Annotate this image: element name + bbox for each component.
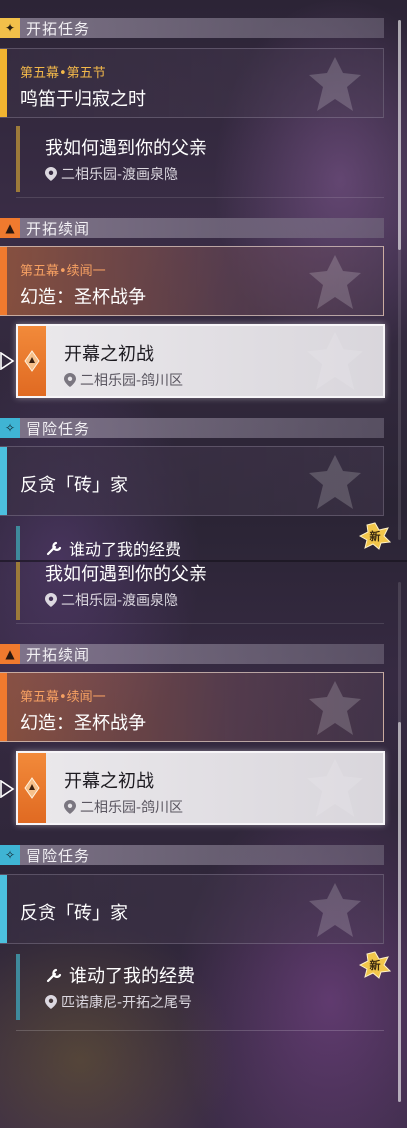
scrollbar-track[interactable]: [398, 582, 401, 1102]
mission-card-adventure[interactable]: 反贪「砖」家: [0, 874, 384, 944]
step-location: 二相乐园-鸽川区: [64, 797, 183, 817]
step-name-text: 谁动了我的经费: [69, 540, 182, 559]
mission-emblem-icon: [305, 881, 365, 941]
selected-pointer-icon: [0, 352, 15, 370]
location-text: 二相乐园-鸽川区: [80, 800, 184, 816]
step-name: 开幕之初战: [64, 344, 154, 365]
step-location: 匹诺康尼-开拓之尾号: [45, 992, 192, 1012]
mission-card-companion[interactable]: 第五幕•续闻一 幻造：圣杯战争: [0, 246, 384, 316]
mission-name: 幻造：圣杯战争: [20, 713, 146, 734]
mission-name: 反贪「砖」家: [20, 475, 128, 496]
divider: [16, 1030, 384, 1031]
step-accent-bar: [16, 526, 20, 560]
mission-step-adventure[interactable]: 谁动了我的经费 匹诺康尼-开拓之尾号: [16, 950, 384, 1026]
mission-emblem-icon: [305, 253, 365, 313]
mission-chapter: 第五幕•续闻一: [20, 264, 106, 279]
section-title: 冒险任务: [26, 846, 91, 865]
mission-list-panel-bottom[interactable]: 我如何遇到你的父亲 二相乐园-渡画泉隐 ▲ 开拓续闻 第五幕•续闻一 幻造：圣杯…: [0, 560, 407, 1128]
location-pin-icon: [45, 167, 57, 181]
mission-accent-bar: [0, 673, 7, 741]
wrench-icon: [46, 968, 62, 983]
mission-accent-bar: [0, 247, 7, 315]
mission-accent-bar: [0, 447, 7, 515]
scrollbar-thumb[interactable]: [398, 722, 401, 1102]
trailblaze-mission-icon: ✦: [0, 18, 20, 38]
section-header-companion: ▲ 开拓续闻: [0, 218, 384, 238]
wrench-icon: [46, 541, 62, 556]
location-text: 二相乐园-渡画泉隐: [61, 167, 179, 183]
mission-emblem-icon: [303, 757, 367, 821]
step-accent-bar: [16, 954, 20, 1020]
mission-name: 鸣笛于归寂之时: [20, 89, 146, 110]
location-text: 二相乐园-渡画泉隐: [61, 593, 179, 609]
mission-emblem-icon: [305, 453, 365, 513]
mission-step-trailblaze[interactable]: 我如何遇到你的父亲 二相乐园-渡画泉隐: [16, 122, 384, 198]
new-mission-badge: 新: [359, 951, 391, 979]
divider: [16, 197, 384, 198]
step-name: 谁动了我的经费: [45, 962, 195, 988]
section-header-trailblaze: ✦ 开拓任务: [0, 18, 384, 38]
adventure-mission-icon: ✧: [0, 845, 20, 865]
mission-emblem-icon: [305, 55, 365, 115]
tracking-marker-icon: [18, 326, 46, 396]
location-pin-icon: [64, 800, 76, 814]
mission-chapter: 第五幕•续闻一: [20, 690, 106, 705]
section-title: 开拓续闻: [26, 645, 91, 664]
divider: [16, 623, 384, 624]
step-location: 二相乐园-渡画泉隐: [45, 590, 178, 610]
mission-list-panel-top[interactable]: ✦ 开拓任务 第五幕•第五节 鸣笛于归寂之时 我如何遇到你的父亲 二相乐园-渡画…: [0, 0, 407, 560]
new-label: 新: [369, 959, 381, 972]
step-accent-bar: [16, 126, 20, 192]
section-title: 开拓任务: [26, 19, 91, 38]
new-label: 新: [369, 530, 381, 543]
companion-mission-icon: ▲: [0, 644, 20, 664]
adventure-mission-icon: ✧: [0, 418, 20, 438]
mission-step-companion-selected[interactable]: 开幕之初战 二相乐园-鸽川区: [16, 324, 385, 398]
companion-mission-icon: ▲: [0, 218, 20, 238]
step-name: 谁动了我的经费: [45, 536, 181, 560]
section-header-adventure: ✧ 冒险任务: [0, 418, 384, 438]
step-location: 二相乐园-渡画泉隐: [45, 164, 178, 184]
section-title: 冒险任务: [26, 419, 91, 438]
mission-emblem-icon: [303, 330, 367, 394]
mission-emblem-icon: [305, 679, 365, 739]
mission-step-trailblaze[interactable]: 我如何遇到你的父亲 二相乐园-渡画泉隐: [16, 562, 384, 634]
mission-card-adventure[interactable]: 反贪「砖」家: [0, 446, 384, 516]
step-name: 我如何遇到你的父亲: [45, 138, 207, 159]
step-accent-bar: [16, 562, 20, 620]
location-pin-icon: [64, 373, 76, 387]
mission-step-companion-selected[interactable]: 开幕之初战 二相乐园-鸽川区: [16, 751, 385, 825]
mission-name: 反贪「砖」家: [20, 903, 128, 924]
step-name: 我如何遇到你的父亲: [45, 564, 207, 585]
section-title: 开拓续闻: [26, 219, 91, 238]
step-name: 开幕之初战: [64, 771, 154, 792]
scrollbar-track[interactable]: [398, 20, 401, 540]
mission-card-trailblaze[interactable]: 第五幕•第五节 鸣笛于归寂之时: [0, 48, 384, 118]
location-pin-icon: [45, 995, 57, 1009]
mission-accent-bar: [0, 875, 7, 943]
step-location: 二相乐园-鸽川区: [64, 370, 183, 390]
selected-pointer-icon: [0, 780, 15, 798]
new-mission-badge: 新: [359, 522, 391, 550]
mission-chapter: 第五幕•第五节: [20, 66, 106, 81]
mission-name: 幻造：圣杯战争: [20, 287, 146, 308]
mission-card-companion[interactable]: 第五幕•续闻一 幻造：圣杯战争: [0, 672, 384, 742]
step-name-text: 谁动了我的经费: [69, 966, 195, 987]
location-text: 匹诺康尼-开拓之尾号: [61, 995, 193, 1011]
mission-accent-bar: [0, 49, 7, 117]
location-text: 二相乐园-鸽川区: [80, 373, 184, 389]
location-pin-icon: [45, 593, 57, 607]
tracking-marker-icon: [18, 753, 46, 823]
section-header-adventure: ✧ 冒险任务: [0, 845, 384, 865]
scrollbar-thumb[interactable]: [398, 20, 401, 250]
section-header-companion: ▲ 开拓续闻: [0, 644, 384, 664]
mission-step-adventure[interactable]: 谁动了我的经费: [16, 522, 384, 560]
